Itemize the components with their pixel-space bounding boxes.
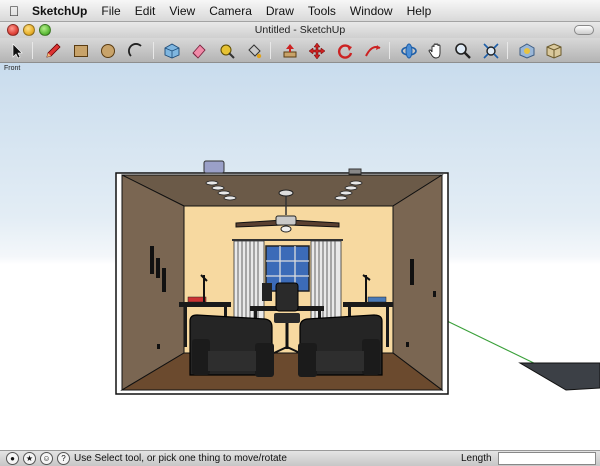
cube-icon[interactable] — [161, 40, 183, 62]
menu-view[interactable]: View — [162, 0, 202, 22]
help-icon[interactable]: ? — [57, 452, 70, 465]
left-wall — [121, 174, 185, 391]
components-icon[interactable] — [543, 40, 565, 62]
minimize-window-button[interactable] — [23, 24, 35, 36]
select-icon[interactable] — [6, 40, 28, 62]
status-message: Use Select tool, or pick one thing to mo… — [74, 453, 287, 464]
wall-art-right — [410, 259, 414, 285]
menu-draw[interactable]: Draw — [259, 0, 301, 22]
circle-icon[interactable] — [97, 40, 119, 62]
rotate-icon[interactable] — [334, 40, 356, 62]
menu-window[interactable]: Window — [343, 0, 400, 22]
push-pull-icon[interactable] — [279, 40, 301, 62]
armchair-right — [298, 314, 383, 377]
toolbar-toggle-button[interactable] — [574, 25, 594, 35]
credits-icon[interactable]: ★ — [23, 452, 36, 465]
pan-icon[interactable] — [425, 40, 447, 62]
menu-file[interactable]: File — [94, 0, 127, 22]
menu-bar:  SketchUp File Edit View Camera Draw To… — [0, 0, 600, 22]
zoom-window-button[interactable] — [39, 24, 51, 36]
zoom-extents-icon[interactable] — [480, 40, 502, 62]
rectangle-icon[interactable] — [70, 40, 92, 62]
apple-menu-icon[interactable]:  — [0, 3, 28, 19]
toolbar-separator — [32, 42, 33, 59]
menu-help[interactable]: Help — [400, 0, 439, 22]
main-toolbar — [0, 38, 600, 63]
tape-measure-icon[interactable] — [216, 40, 238, 62]
3d-warehouse-icon[interactable] — [516, 40, 538, 62]
length-label: Length — [461, 453, 492, 464]
toolbar-separator — [270, 42, 271, 59]
menu-camera[interactable]: Camera — [202, 0, 259, 22]
orbit-icon[interactable] — [398, 40, 420, 62]
status-bar: ● ★ ☺ ? Use Select tool, or pick one thi… — [0, 450, 600, 466]
menu-tools[interactable]: Tools — [301, 0, 343, 22]
window-title: Untitled - SketchUp — [254, 24, 346, 36]
close-window-button[interactable] — [7, 24, 19, 36]
right-wall — [392, 174, 443, 392]
scene-tab-label[interactable]: Front — [4, 65, 20, 72]
length-input[interactable] — [498, 452, 596, 465]
move-icon[interactable] — [306, 40, 328, 62]
armchair-left — [189, 314, 274, 377]
geo-location-icon[interactable]: ● — [6, 452, 19, 465]
arc-icon[interactable] — [125, 40, 147, 62]
green-axis-line — [446, 320, 541, 367]
follow-me-icon[interactable] — [362, 40, 384, 62]
toolbar-separator — [389, 42, 390, 59]
model-scene — [115, 160, 600, 395]
ground-plane-shape — [518, 362, 600, 391]
eraser-icon[interactable] — [188, 40, 210, 62]
window-title-bar: Untitled - SketchUp — [0, 22, 600, 38]
roof-vent — [203, 160, 225, 174]
zoom-icon[interactable] — [452, 40, 474, 62]
menu-edit[interactable]: Edit — [128, 0, 163, 22]
pencil-icon[interactable] — [42, 40, 64, 62]
user-icon[interactable]: ☺ — [40, 452, 53, 465]
menu-sketchup[interactable]: SketchUp — [28, 0, 94, 22]
paint-bucket-icon[interactable] — [243, 40, 265, 62]
drawing-viewport[interactable]: Front — [0, 63, 600, 450]
toolbar-separator — [153, 42, 154, 59]
toolbar-separator — [507, 42, 508, 59]
